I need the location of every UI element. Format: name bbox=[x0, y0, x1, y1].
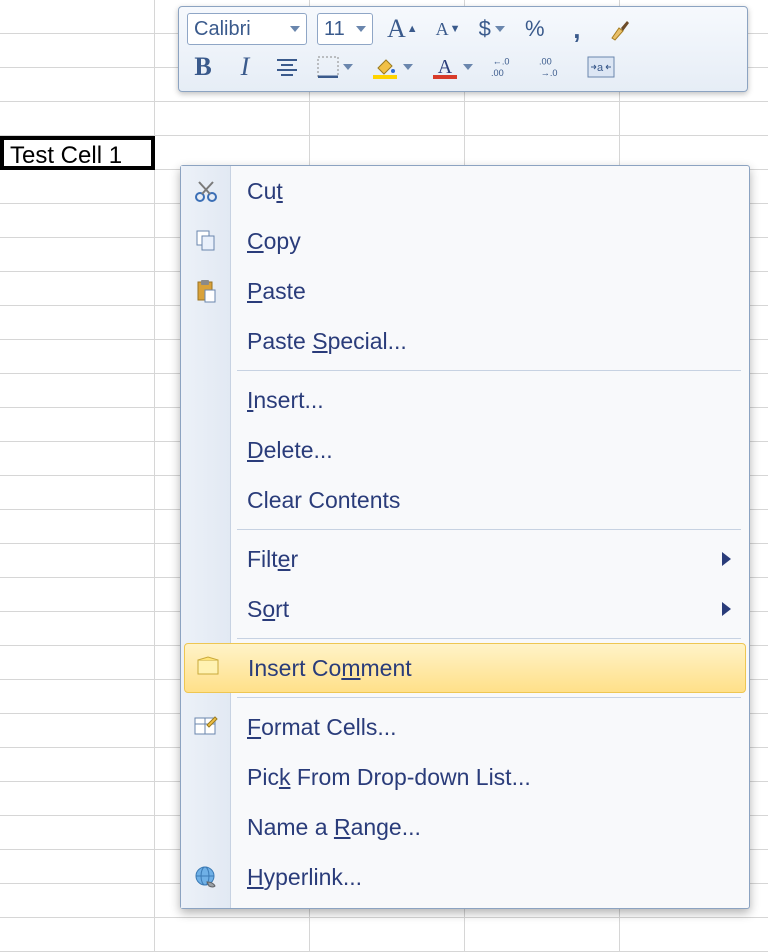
menu-item-copy[interactable]: Copy bbox=[181, 216, 749, 266]
font-name-select[interactable]: Calibri bbox=[187, 13, 307, 45]
italic-button[interactable]: I bbox=[229, 51, 261, 83]
submenu-arrow-icon bbox=[722, 602, 731, 616]
menu-label: Filter bbox=[231, 546, 298, 573]
menu-item-format-cells[interactable]: Format Cells... bbox=[181, 702, 749, 752]
submenu-arrow-icon bbox=[722, 552, 731, 566]
menu-label: Name a Range... bbox=[231, 814, 421, 841]
menu-separator bbox=[237, 370, 741, 371]
grow-font-button[interactable]: A▲ bbox=[383, 13, 422, 45]
fill-color-button[interactable] bbox=[367, 51, 417, 83]
increase-decimal-icon: ←.0.00 bbox=[491, 54, 521, 80]
menu-label: Delete... bbox=[231, 437, 333, 464]
chevron-down-icon bbox=[290, 26, 300, 32]
font-size-select[interactable]: 11 bbox=[317, 13, 373, 45]
bold-button[interactable]: B bbox=[187, 51, 219, 83]
menu-label: Paste Special... bbox=[231, 328, 407, 355]
menu-item-insert-comment[interactable]: Insert Comment bbox=[184, 643, 746, 693]
chevron-down-icon bbox=[343, 64, 353, 70]
menu-label: Insert... bbox=[231, 387, 324, 414]
menu-separator bbox=[237, 529, 741, 530]
mini-toolbar: Calibri 11 A▲ A▼ $ % , B bbox=[178, 6, 748, 92]
menu-label: Cut bbox=[231, 178, 283, 205]
menu-separator bbox=[237, 697, 741, 698]
scissors-icon bbox=[181, 178, 231, 204]
menu-item-insert[interactable]: Insert... bbox=[181, 375, 749, 425]
borders-icon bbox=[317, 56, 339, 78]
menu-item-pick-from-list[interactable]: Pick From Drop-down List... bbox=[181, 752, 749, 802]
menu-label: Paste bbox=[231, 278, 306, 305]
menu-item-paste-special[interactable]: Paste Special... bbox=[181, 316, 749, 366]
menu-label: Sort bbox=[231, 596, 289, 623]
comment-icon bbox=[185, 656, 232, 680]
merge-cells-icon: a bbox=[587, 56, 615, 78]
borders-button[interactable] bbox=[313, 51, 357, 83]
menu-label: Hyperlink... bbox=[231, 864, 362, 891]
hyperlink-icon bbox=[181, 864, 231, 890]
format-painter-button[interactable] bbox=[603, 13, 637, 45]
svg-text:.00: .00 bbox=[539, 57, 552, 67]
menu-item-filter[interactable]: Filter bbox=[181, 534, 749, 584]
svg-text:→.0: →.0 bbox=[541, 68, 558, 78]
menu-label: Copy bbox=[231, 228, 301, 255]
increase-decimal-button[interactable]: ←.0.00 bbox=[487, 51, 525, 83]
menu-item-paste[interactable]: Paste bbox=[181, 266, 749, 316]
menu-item-sort[interactable]: Sort bbox=[181, 584, 749, 634]
menu-item-cut[interactable]: Cut bbox=[181, 166, 749, 216]
menu-item-clear-contents[interactable]: Clear Contents bbox=[181, 475, 749, 525]
copy-icon bbox=[181, 228, 231, 254]
merge-center-button[interactable]: a bbox=[583, 51, 619, 83]
font-color-icon: A bbox=[431, 55, 459, 79]
chevron-down-icon bbox=[495, 26, 505, 32]
cell-a5[interactable]: Test Cell 1 bbox=[0, 136, 155, 170]
menu-label: Clear Contents bbox=[231, 487, 400, 514]
center-align-button[interactable] bbox=[271, 51, 303, 83]
menu-item-delete[interactable]: Delete... bbox=[181, 425, 749, 475]
font-name-value: Calibri bbox=[194, 18, 251, 41]
menu-separator bbox=[237, 638, 741, 639]
svg-text:a: a bbox=[597, 62, 604, 74]
align-center-icon bbox=[275, 57, 299, 77]
cell-value: Test Cell 1 bbox=[10, 142, 122, 169]
chevron-down-icon bbox=[463, 64, 473, 70]
context-menu: Cut Copy Paste Paste Special... Insert..… bbox=[180, 165, 750, 909]
svg-text:←.0: ←.0 bbox=[493, 57, 510, 67]
font-size-value: 11 bbox=[324, 18, 345, 41]
font-color-button[interactable]: A bbox=[427, 51, 477, 83]
paint-bucket-icon bbox=[371, 55, 399, 79]
menu-item-hyperlink[interactable]: Hyperlink... bbox=[181, 852, 749, 902]
menu-item-name-range[interactable]: Name a Range... bbox=[181, 802, 749, 852]
format-cells-icon bbox=[181, 715, 231, 739]
decrease-decimal-button[interactable]: .00→.0 bbox=[535, 51, 573, 83]
chevron-down-icon bbox=[356, 26, 366, 32]
decrease-decimal-icon: .00→.0 bbox=[539, 54, 569, 80]
svg-text:.00: .00 bbox=[491, 68, 504, 78]
comma-format-button[interactable]: , bbox=[561, 13, 593, 45]
percent-format-button[interactable]: % bbox=[519, 13, 551, 45]
currency-format-button[interactable]: $ bbox=[475, 13, 509, 45]
paste-icon bbox=[181, 278, 231, 304]
chevron-down-icon bbox=[403, 64, 413, 70]
menu-label: Pick From Drop-down List... bbox=[231, 764, 531, 791]
paintbrush-icon bbox=[607, 16, 633, 42]
shrink-font-button[interactable]: A▼ bbox=[432, 13, 465, 45]
menu-label: Insert Comment bbox=[232, 655, 412, 682]
menu-label: Format Cells... bbox=[231, 714, 397, 741]
